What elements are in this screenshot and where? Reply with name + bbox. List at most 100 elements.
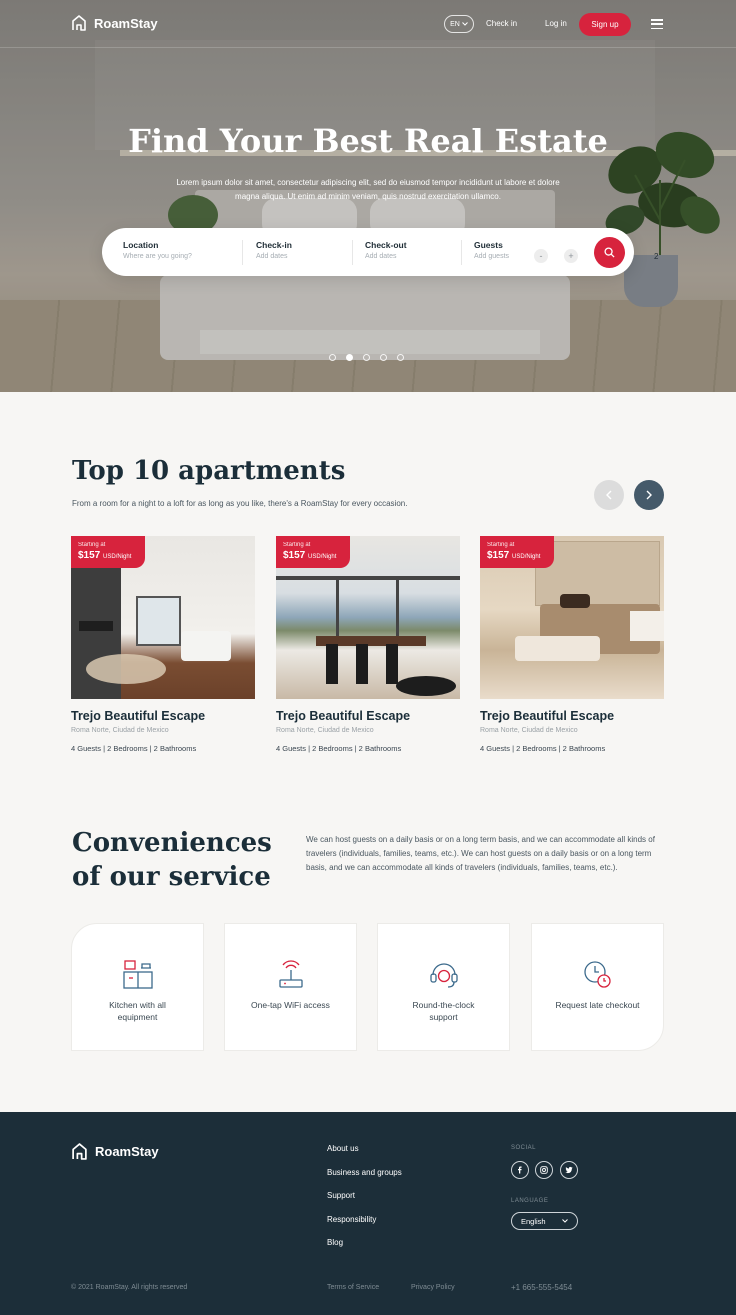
facebook-link[interactable] (511, 1161, 529, 1179)
carousel-prev-button[interactable] (594, 480, 624, 510)
conveniences-description: We can host guests on a daily basis or o… (306, 835, 655, 872)
apartments-subtitle: From a room for a night to a loft for as… (72, 499, 408, 508)
brand-name: RoamStay (94, 15, 158, 31)
apartment-card[interactable]: Starting at $157 USD/Night Trejo Beautif… (71, 536, 255, 753)
terms-link[interactable]: Terms of Service (327, 1284, 379, 1291)
apartment-specs: 4 Guests | 2 Bedrooms | 2 Bathrooms (71, 744, 197, 753)
check-in-link[interactable]: Check in (486, 19, 517, 28)
apartment-location: Roma Norte, Ciudad de Mexico (276, 727, 374, 734)
phone-number: +1 665-555-5454 (511, 1283, 573, 1292)
apartment-name: Trejo Beautiful Escape (480, 709, 615, 723)
footer-link-business[interactable]: Business and groups (327, 1168, 402, 1177)
price-value: $157 (487, 550, 510, 561)
apartment-name: Trejo Beautiful Escape (276, 709, 411, 723)
brand-logo[interactable]: RoamStay (71, 15, 158, 31)
apartment-photo: Starting at $157 USD/Night (71, 536, 255, 699)
hero-section: RoamStay EN Check in Log in Sign up Find… (0, 0, 736, 392)
price-unit: USD/Night (512, 554, 541, 560)
hero-description: Lorem ipsum dolor sit amet, consectetur … (176, 178, 560, 201)
feature-card-wifi: One-tap WiFi access (224, 923, 357, 1051)
guests-decrement-button[interactable]: - (534, 249, 548, 263)
facebook-icon (518, 1166, 522, 1174)
hero-title: Find Your Best Real Estate (128, 122, 608, 160)
chevron-down-icon (562, 1219, 568, 1223)
feature-label: Request late checkout (555, 1000, 640, 1010)
language-code: EN (450, 20, 460, 28)
price-badge: Starting at $157 USD/Night (276, 536, 350, 568)
feature-label: Kitchen with all equipment (109, 1000, 166, 1022)
search-bar: Location Where are you going? Check-in A… (102, 228, 658, 276)
price-badge: Starting at $157 USD/Night (480, 536, 554, 568)
guests-count: 2 (654, 252, 659, 261)
check-out-label: Check-out (365, 240, 407, 250)
feature-label: Round-the-clock support (412, 1000, 475, 1022)
feature-card-kitchen: Kitchen with all equipment (71, 923, 204, 1051)
conveniences-title-line1: Conveniences (72, 828, 272, 858)
search-button[interactable] (594, 237, 625, 268)
carousel-dot[interactable] (329, 354, 336, 361)
language-label: LANGUAGE (511, 1198, 549, 1204)
check-in-field[interactable]: Check-in Add dates (256, 240, 292, 260)
twitter-link[interactable] (560, 1161, 578, 1179)
carousel-dot-active[interactable] (346, 354, 353, 361)
hamburger-menu-icon[interactable] (651, 19, 663, 29)
privacy-link[interactable]: Privacy Policy (411, 1284, 455, 1291)
instagram-link[interactable] (535, 1161, 553, 1179)
headset-24-icon (429, 963, 458, 988)
price-badge: Starting at $157 USD/Night (71, 536, 145, 568)
carousel-dot[interactable] (397, 354, 404, 361)
guests-increment-button[interactable]: + (564, 249, 578, 263)
carousel-dot[interactable] (363, 354, 370, 361)
chevron-down-icon (462, 22, 468, 26)
conveniences-title: Conveniences of our service (72, 826, 272, 894)
feature-label: One-tap WiFi access (251, 1000, 330, 1010)
carousel-next-button[interactable] (634, 480, 664, 510)
location-placeholder: Where are you going? (123, 253, 192, 260)
footer-link-responsibility[interactable]: Responsibility (327, 1215, 376, 1224)
footer-link-support[interactable]: Support (327, 1191, 355, 1200)
footer-language-select[interactable]: English (511, 1212, 578, 1230)
language-switcher[interactable]: EN (444, 15, 474, 33)
top-nav-bar: RoamStay EN Check in Log in Sign up (0, 0, 736, 48)
guests-field[interactable]: Guests Add guests (474, 240, 509, 260)
footer-link-about[interactable]: About us (327, 1144, 359, 1153)
apartment-card[interactable]: Starting at $157 USD/Night Trejo Beautif… (276, 536, 460, 753)
apartments-title: Top 10 apartments (72, 456, 346, 486)
location-label: Location (123, 240, 159, 250)
hero-carousel-dots (329, 354, 404, 361)
check-out-field[interactable]: Check-out Add dates (365, 240, 407, 260)
apartment-specs: 4 Guests | 2 Bedrooms | 2 Bathrooms (480, 744, 606, 753)
kitchen-icon (122, 960, 153, 989)
divider (461, 240, 462, 265)
chevron-left-icon (606, 490, 612, 500)
carousel-dot[interactable] (380, 354, 387, 361)
apartment-photo: Starting at $157 USD/Night (480, 536, 664, 699)
apartment-location: Roma Norte, Ciudad de Mexico (71, 727, 169, 734)
guests-label: Guests (474, 240, 503, 250)
signup-button[interactable]: Sign up (579, 13, 631, 36)
home-outline-icon (72, 15, 86, 31)
price-unit: USD/Night (103, 554, 132, 560)
price-prefix: Starting at (78, 542, 106, 548)
feature-card-checkout: Request late checkout (531, 923, 664, 1051)
conveniences-title-line2: of our service (72, 862, 271, 892)
feature-card-support: Round-the-clock support (377, 923, 510, 1051)
chevron-right-icon (646, 490, 652, 500)
footer-brand-logo[interactable]: RoamStay (71, 1143, 159, 1160)
guests-placeholder: Add guests (474, 253, 510, 260)
apartment-photo: Starting at $157 USD/Night (276, 536, 460, 699)
apartment-specs: 4 Guests | 2 Bedrooms | 2 Bathrooms (276, 744, 402, 753)
price-value: $157 (283, 550, 306, 561)
apartment-location: Roma Norte, Ciudad de Mexico (480, 727, 578, 734)
footer-link-blog[interactable]: Blog (327, 1238, 343, 1247)
apartment-card[interactable]: Starting at $157 USD/Night Trejo Beautif… (480, 536, 664, 753)
price-prefix: Starting at (283, 542, 311, 548)
home-outline-icon (72, 1143, 87, 1160)
location-field[interactable]: Location Where are you going? (123, 240, 192, 260)
login-link[interactable]: Log in (545, 19, 567, 28)
check-out-placeholder: Add dates (365, 253, 397, 260)
social-label: SOCIAL (511, 1145, 537, 1151)
twitter-icon (565, 1166, 573, 1174)
divider (352, 240, 353, 265)
apartment-name: Trejo Beautiful Escape (71, 709, 206, 723)
